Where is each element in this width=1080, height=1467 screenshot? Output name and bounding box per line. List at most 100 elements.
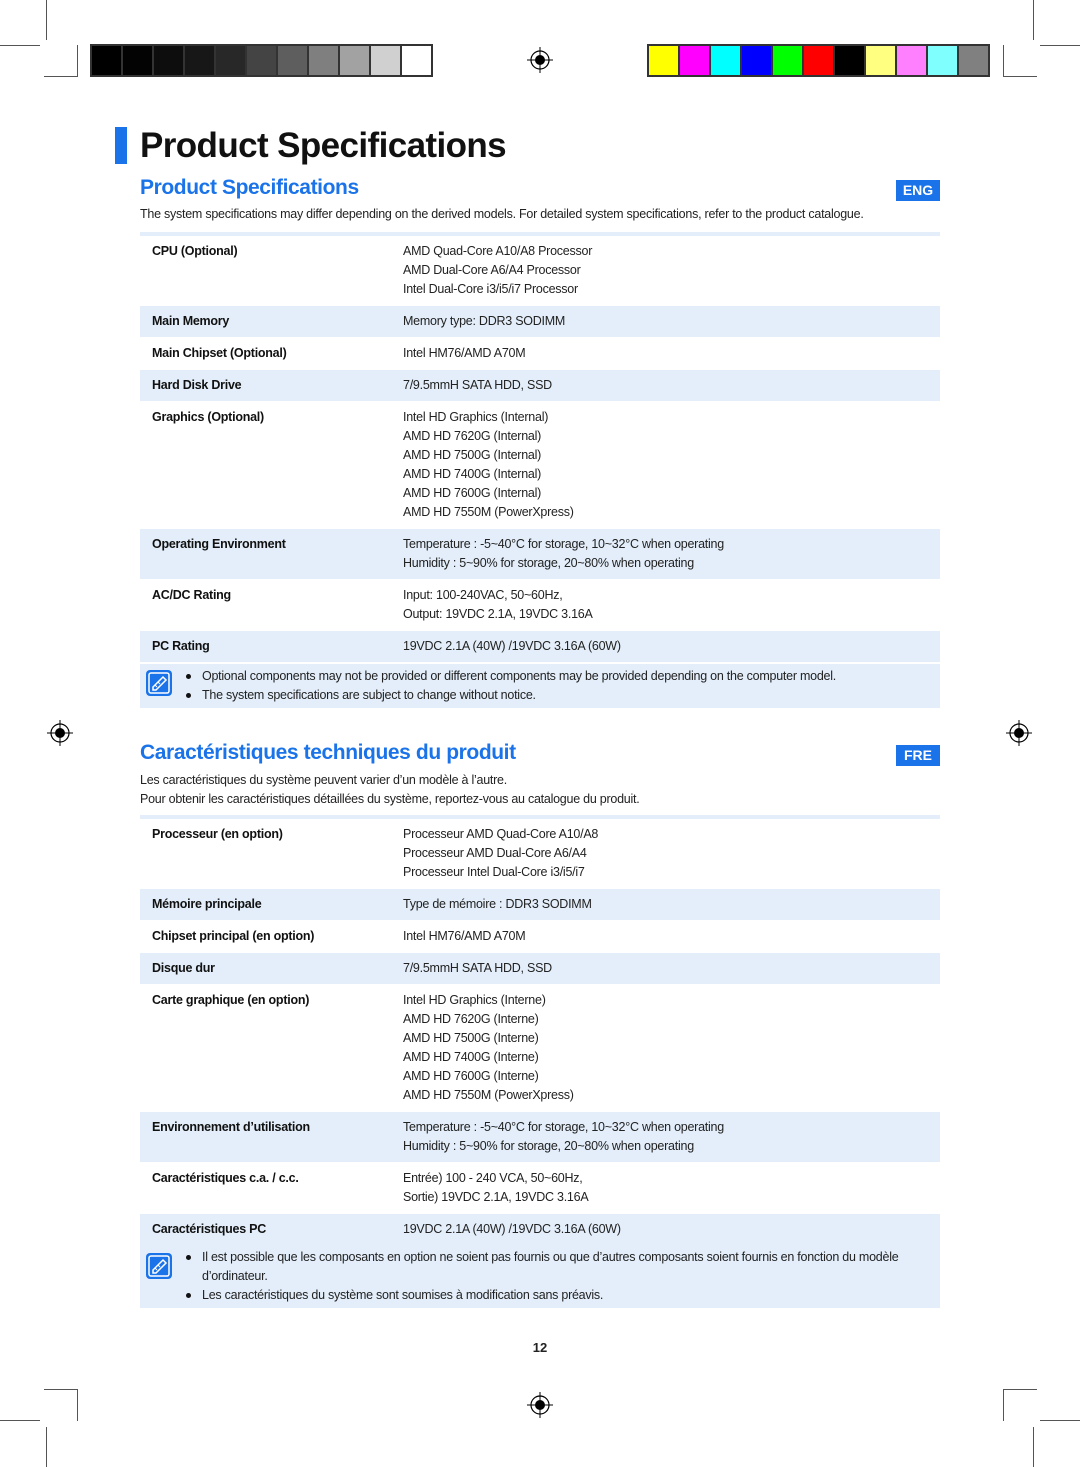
color-swatch	[928, 46, 957, 75]
color-swatch	[123, 46, 152, 75]
color-swatch	[92, 46, 121, 75]
spec-label: Operating Environment	[152, 537, 286, 551]
spec-label: Mémoire principale	[152, 897, 262, 911]
intro-line: The system specifications may differ dep…	[140, 207, 864, 221]
section-title: Product Specifications	[140, 176, 359, 199]
table-row: Caractéristiques PC 19VDC 2.1A (40W) /19V…	[140, 1213, 940, 1245]
spec-value: Memory type: DDR3 SODIMM	[403, 312, 565, 331]
spec-value-line: Processeur Intel Dual-Core i3/i5/i7	[403, 865, 585, 879]
table-row: Main Chipset (Optional) Intel HM76/AMD A7…	[140, 337, 940, 369]
page-number: 12	[532, 1340, 548, 1355]
crop-mark	[1040, 1420, 1080, 1421]
color-swatch	[959, 46, 988, 75]
spec-label: CPU (Optional)	[152, 244, 238, 258]
spec-value: Intel HD Graphics (Interne) AMD HD 7620G …	[403, 991, 574, 1105]
table-row: Disque dur 7/9.5mmH SATA HDD, SSD	[140, 952, 940, 984]
spec-value-line: Sortie) 19VDC 2.1A, 19VDC 3.16A	[403, 1190, 589, 1204]
spec-table: CPU (Optional) AMD Quad-Core A10/A8 Proce…	[140, 232, 940, 662]
spec-value-line: Memory type: DDR3 SODIMM	[403, 314, 566, 328]
table-row: Caractéristiques c.a. / c.c. Entrée) 100 …	[140, 1162, 940, 1213]
spec-value: 19VDC 2.1A (40W) /19VDC 3.16A (60W)	[403, 1220, 621, 1239]
spec-value-line: 7/9.5mmH SATA HDD, SSD	[403, 378, 552, 392]
crop-mark	[0, 1420, 40, 1421]
color-swatch	[216, 46, 245, 75]
spec-value: Temperature : -5~40°C for storage, 10~32…	[403, 535, 724, 573]
language-badge: ENG	[896, 180, 940, 201]
spec-value-line: AMD HD 7620G (Internal)	[403, 429, 542, 443]
table-row: Processeur (en option) Processeur AMD Qua…	[140, 819, 940, 888]
spec-value-line: Entrée) 100 - 240 VCA, 50~60Hz,	[403, 1171, 583, 1185]
table-row: Chipset principal (en option) Intel HM76/…	[140, 920, 940, 952]
spec-value: Temperature : -5~40°C for storage, 10~32…	[403, 1118, 724, 1156]
table-row: Main Memory Memory type: DDR3 SODIMM	[140, 305, 940, 337]
table-row: Environnement d’utilisation Temperature :…	[140, 1111, 940, 1162]
crop-mark	[44, 76, 78, 77]
spec-label: Disque dur	[152, 961, 215, 975]
note-box: Il est possible que les composants en op…	[140, 1245, 940, 1308]
section-intro: The system specifications may differ dep…	[140, 205, 864, 224]
color-swatch	[309, 46, 338, 75]
table-row: PC Rating 19VDC 2.1A (40W) /19VDC 3.16A (…	[140, 630, 940, 662]
spec-value-line: Processeur AMD Quad-Core A10/A8	[403, 827, 599, 841]
spec-value-line: Intel Dual-Core i3/i5/i7 Processor	[403, 282, 578, 296]
color-swatch	[835, 46, 864, 75]
intro-line: Pour obtenir les caractéristiques détail…	[140, 792, 640, 806]
spec-value-line: AMD HD 7600G (Internal)	[403, 486, 542, 500]
color-swatch	[773, 46, 802, 75]
color-swatch	[185, 46, 214, 75]
spec-value-line: AMD HD 7600G (Interne)	[403, 1069, 539, 1083]
section-title: Caractéristiques techniques du produit	[140, 741, 516, 764]
table-row: Graphics (Optional) Intel HD Graphics (In…	[140, 401, 940, 528]
spec-value-line: Humidity : 5~90% for storage, 20~80% whe…	[403, 1139, 694, 1153]
crop-mark	[0, 45, 40, 46]
spec-value-line: AMD Dual-Core A6/A4 Processor	[403, 263, 581, 277]
color-swatch	[371, 46, 400, 75]
crop-mark	[1003, 1389, 1037, 1390]
crop-mark	[46, 0, 47, 40]
spec-value: Entrée) 100 - 240 VCA, 50~60Hz, Sortie) 1…	[403, 1169, 589, 1207]
color-swatch	[402, 46, 431, 75]
spec-label: Caractéristiques c.a. / c.c.	[152, 1171, 299, 1185]
note-pencil-icon	[146, 1253, 172, 1279]
spec-value-line: AMD HD 7500G (Internal)	[403, 448, 542, 462]
note-item: The system specifications are subject to…	[184, 686, 930, 705]
spec-value-line: Temperature : -5~40°C for storage, 10~32…	[403, 537, 724, 551]
spec-value-line: 7/9.5mmH SATA HDD, SSD	[403, 961, 552, 975]
color-calibration-bar	[647, 44, 990, 77]
spec-value: Processeur AMD Quad-Core A10/A8 Processeu…	[403, 825, 598, 882]
spec-label: Main Memory	[152, 314, 230, 328]
table-row: AC/DC Rating Input: 100-240VAC, 50~60Hz, O…	[140, 579, 940, 630]
spec-value-line: Intel HD Graphics (Internal)	[403, 410, 549, 424]
page-title: Product Specifications	[140, 126, 507, 165]
title-accent-bar	[115, 127, 127, 164]
spec-label: Carte graphique (en option)	[152, 993, 310, 1007]
crop-mark	[1003, 76, 1037, 77]
crop-mark	[1003, 45, 1004, 77]
color-swatch	[340, 46, 369, 75]
section-intro: Les caractéristiques du système peuvent …	[140, 771, 640, 809]
note-item: Optional components may not be provided …	[184, 667, 930, 686]
color-swatch	[680, 46, 709, 75]
table-row: Hard Disk Drive 7/9.5mmH SATA HDD, SSD	[140, 369, 940, 401]
table-row: CPU (Optional) AMD Quad-Core A10/A8 Proce…	[140, 236, 940, 305]
color-swatch	[866, 46, 895, 75]
spec-label: Graphics (Optional)	[152, 410, 264, 424]
crop-mark	[1033, 0, 1034, 40]
color-swatch	[711, 46, 740, 75]
spec-value-line: Output: 19VDC 2.1A, 19VDC 3.16A	[403, 607, 593, 621]
registration-mark-icon	[527, 1392, 553, 1418]
spec-label: Environnement d’utilisation	[152, 1120, 310, 1134]
crop-mark	[77, 45, 78, 77]
spec-value-line: AMD HD 7400G (Interne)	[403, 1050, 539, 1064]
table-row: Carte graphique (en option) Intel HD Grap…	[140, 984, 940, 1111]
color-swatch	[804, 46, 833, 75]
color-swatch	[742, 46, 771, 75]
spec-value: Input: 100-240VAC, 50~60Hz, Output: 19VDC…	[403, 586, 593, 624]
spec-value: AMD Quad-Core A10/A8 Processor AMD Dual-C…	[403, 242, 592, 299]
spec-value-line: 19VDC 2.1A (40W) /19VDC 3.16A (60W)	[403, 639, 621, 653]
crop-mark	[1040, 45, 1080, 46]
color-swatch	[649, 46, 678, 75]
spec-label: Chipset principal (en option)	[152, 929, 315, 943]
spec-value: 7/9.5mmH SATA HDD, SSD	[403, 376, 552, 395]
registration-mark-icon	[527, 47, 553, 73]
